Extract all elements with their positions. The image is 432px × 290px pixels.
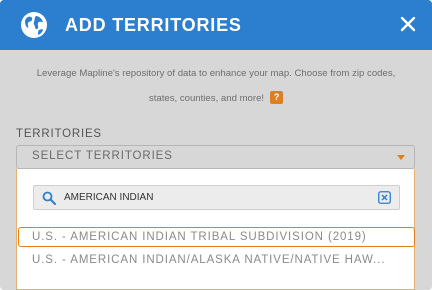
dropdown-caret-icon[interactable] [397,155,405,160]
territories-dropdown: U.S. - AMERICAN INDIAN TRIBAL SUBDIVISIO… [16,169,415,290]
clear-icon[interactable] [378,191,391,204]
close-icon[interactable] [398,14,418,34]
territories-select[interactable]: SELECT TERRITORIES [16,145,415,169]
dialog-header: ADD TERRITORIES [0,0,432,50]
territories-label: TERRITORIES [16,128,102,140]
dialog-title: ADD TERRITORIES [65,15,242,35]
description-line-2-text: states, counties, and more! [148,93,265,104]
search-input[interactable] [64,186,364,209]
territory-option[interactable]: U.S. - AMERICAN INDIAN/ALASKA NATIVE/NAT… [18,251,415,271]
territory-option[interactable]: U.S. - AMERICAN INDIAN TRIBAL SUBDIVISIO… [18,227,415,247]
search-icon [42,191,56,205]
search-box[interactable] [33,185,400,210]
description-line-2: states, counties, and more!? [0,86,432,111]
dialog-description: Leverage Mapline's repository of data to… [0,61,432,111]
help-icon[interactable]: ? [270,90,284,104]
globe-icon [21,12,47,38]
add-territories-dialog: ADD TERRITORIES Leverage Mapline's repos… [0,0,432,290]
select-territories-text: SELECT TERRITORIES [32,150,173,162]
description-line-1: Leverage Mapline's repository of data to… [36,68,396,79]
